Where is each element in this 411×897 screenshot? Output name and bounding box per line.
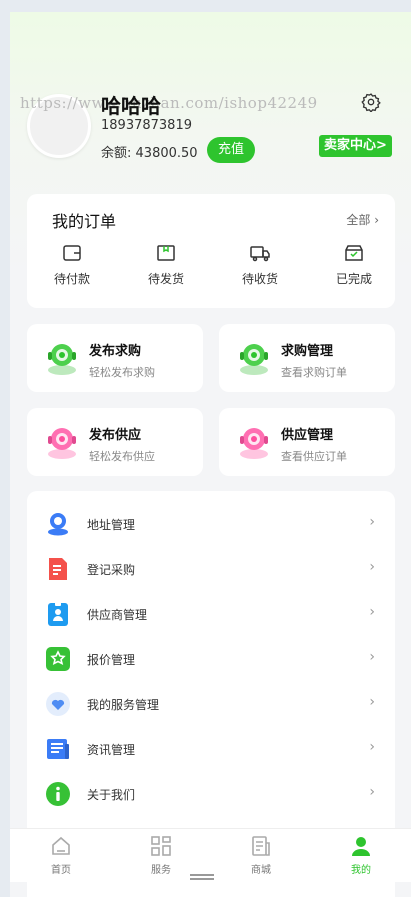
tab-services[interactable]: 服务 — [131, 835, 191, 876]
grid-icon — [151, 836, 171, 856]
orders-card: 我的订单 全部 › 待付款 待发货 待收货 已完成 — [27, 194, 395, 308]
menu-item-my-services[interactable]: 我的服务管理 › — [27, 683, 395, 728]
tab-label: 首页 — [51, 865, 71, 876]
chevron-right-icon: › — [369, 784, 375, 800]
tile-subtitle: 轻松发布求购 — [89, 366, 155, 379]
tile-purchase-management[interactable]: 求购管理 查看求购订单 — [219, 324, 395, 392]
location-icon — [48, 513, 68, 536]
seller-center-button[interactable]: 卖家中心> — [319, 135, 392, 157]
tab-label: 我的 — [351, 865, 371, 876]
user-icon — [352, 837, 370, 856]
tile-publish-purchase[interactable]: 发布求购 轻松发布求购 — [27, 324, 203, 392]
robot-pink-icon — [48, 428, 76, 459]
menu-item-about[interactable]: 关于我们 › — [27, 773, 395, 818]
menu-label: 我的服务管理 — [87, 698, 160, 712]
tile-title: 求购管理 — [281, 344, 334, 359]
menu-item-address[interactable]: 地址管理 › — [27, 503, 395, 548]
order-status-pending-payment[interactable]: 待付款 — [42, 244, 102, 287]
wallet-icon — [63, 245, 81, 261]
menu-item-supplier[interactable]: 供应商管理 › — [27, 593, 395, 638]
menu-label: 资讯管理 — [87, 743, 136, 757]
order-status-completed[interactable]: 已完成 — [324, 244, 384, 287]
profile-screen: https://www.huzhan.com/ishop42249 哈哈哈 18… — [10, 12, 411, 897]
watermark: https://www.huzhan.com/ishop42249 — [20, 94, 318, 112]
tile-subtitle: 轻松发布供应 — [89, 450, 155, 463]
balance-value: 43800.50 — [135, 146, 198, 161]
tab-mall[interactable]: 商城 — [231, 835, 291, 876]
menu-label: 地址管理 — [87, 518, 136, 532]
menu-item-register-purchase[interactable]: 登记采购 › — [27, 548, 395, 593]
order-label: 已完成 — [335, 272, 372, 286]
order-label: 待发货 — [147, 272, 184, 286]
done-box-icon — [345, 245, 363, 261]
menu-label: 登记采购 — [87, 563, 136, 577]
chevron-right-icon: › — [369, 739, 375, 755]
quote-icon — [46, 647, 70, 671]
tab-label: 服务 — [151, 865, 171, 876]
menu-label: 供应商管理 — [87, 608, 148, 622]
chevron-right-icon: › — [369, 514, 375, 530]
info-icon — [46, 782, 70, 806]
tile-subtitle: 查看求购订单 — [281, 366, 347, 379]
menu-label: 报价管理 — [87, 653, 136, 667]
store-icon — [252, 836, 270, 856]
orders-all-link[interactable]: 全部 › — [346, 211, 379, 228]
gear-icon[interactable] — [361, 92, 381, 112]
order-label: 待收货 — [241, 272, 278, 286]
home-icon — [52, 836, 70, 855]
chevron-right-icon: › — [369, 694, 375, 710]
orders-title: 我的订单 — [52, 212, 117, 231]
tile-title: 发布供应 — [89, 428, 142, 443]
tab-label: 商城 — [251, 865, 271, 876]
tile-supply-management[interactable]: 供应管理 查看供应订单 — [219, 408, 395, 476]
robot-green-icon — [240, 344, 268, 375]
order-label: 待付款 — [53, 272, 90, 286]
chevron-right-icon: › — [369, 604, 375, 620]
heart-icon — [46, 692, 70, 716]
order-status-pending-shipment[interactable]: 待发货 — [136, 244, 196, 287]
tile-title: 供应管理 — [281, 428, 334, 443]
chevron-right-icon: › — [369, 559, 375, 575]
tile-publish-supply[interactable]: 发布供应 轻松发布供应 — [27, 408, 203, 476]
truck-icon — [250, 246, 270, 262]
recharge-button[interactable]: 充值 — [207, 137, 255, 163]
tile-title: 发布求购 — [89, 344, 142, 359]
username: 哈哈哈 — [101, 94, 161, 118]
chevron-right-icon: › — [374, 213, 379, 227]
menu-item-quote[interactable]: 报价管理 › — [27, 638, 395, 683]
balance-label: 余额: — [101, 146, 132, 161]
menu-label: 关于我们 — [87, 788, 136, 802]
robot-pink-icon — [240, 428, 268, 459]
tab-home[interactable]: 首页 — [31, 835, 91, 876]
tab-mine[interactable]: 我的 — [331, 835, 391, 876]
badge-icon — [48, 601, 68, 626]
order-status-pending-receipt[interactable]: 待收货 — [230, 244, 290, 287]
phone-number: 18937873819 — [101, 118, 192, 133]
balance: 余额: 43800.50 — [101, 142, 198, 161]
chevron-right-icon: › — [369, 649, 375, 665]
news-icon — [47, 739, 69, 759]
document-icon — [49, 558, 67, 580]
package-icon — [157, 245, 175, 261]
home-indicator — [190, 874, 214, 876]
robot-green-icon — [48, 344, 76, 375]
menu-item-news[interactable]: 资讯管理 › — [27, 728, 395, 773]
tile-subtitle: 查看供应订单 — [281, 450, 347, 463]
